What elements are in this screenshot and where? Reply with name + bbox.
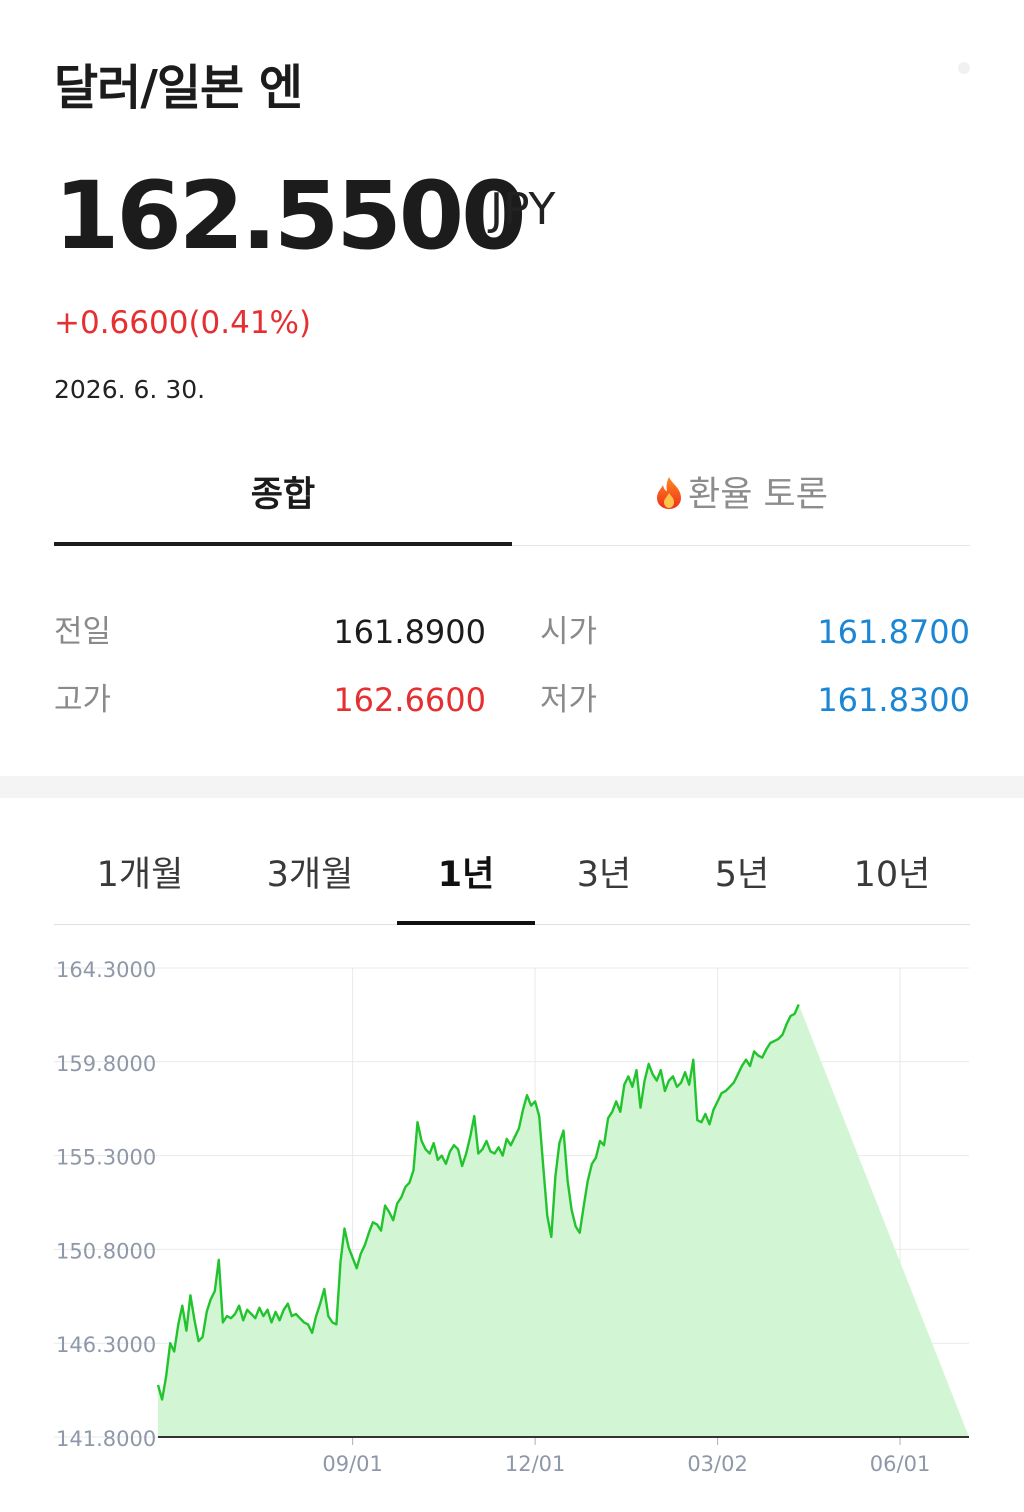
period-10y[interactable]: 10년 (823, 850, 961, 900)
x-tick-label: 09/01 (322, 1452, 383, 1476)
high-label: 고가 (54, 682, 112, 718)
price-area (158, 1004, 969, 1437)
tab-discussion-label: 환율 토론 (688, 475, 828, 515)
period-3m[interactable]: 3개월 (241, 850, 379, 900)
tab-discussion[interactable]: 환율 토론 (512, 470, 970, 520)
high-value: 162.6600 (333, 681, 486, 719)
low-value: 161.8300 (817, 681, 970, 719)
section-divider (0, 776, 1024, 798)
tab-active-indicator (54, 542, 512, 546)
prev-close-label: 전일 (54, 614, 112, 650)
open-value: 161.8700 (817, 613, 970, 651)
quote-date: 2026. 6. 30. (54, 375, 206, 404)
period-5y-label: 5년 (714, 855, 770, 895)
period-10y-label: 10년 (853, 855, 931, 895)
period-active-indicator (397, 921, 535, 925)
period-1y[interactable]: 1년 (397, 850, 535, 900)
fire-icon (657, 477, 682, 509)
period-1m-label: 1개월 (96, 855, 184, 895)
prev-close-value: 161.8900 (333, 613, 486, 651)
currency-unit: JPY (490, 184, 556, 235)
current-price: 162.5500 (54, 162, 527, 271)
y-tick-label: 150.8000 (56, 1239, 156, 1263)
period-5y[interactable]: 5년 (673, 850, 811, 900)
tab-summary[interactable]: 종합 (54, 470, 512, 520)
period-3y[interactable]: 3년 (535, 850, 673, 900)
price-chart[interactable]: 164.3000 159.8000 155.3000 150.8000 146.3000… (0, 940, 1024, 1500)
period-1y-label: 1년 (437, 855, 495, 895)
page-title: 달러/일본 엔 (54, 60, 303, 116)
y-tick-label: 141.8000 (56, 1427, 156, 1451)
x-tick-label: 12/01 (505, 1452, 566, 1476)
x-tick-label: 03/02 (687, 1452, 748, 1476)
y-tick-label: 146.3000 (56, 1333, 156, 1357)
period-3y-label: 3년 (576, 855, 632, 895)
period-1m[interactable]: 1개월 (71, 850, 209, 900)
status-dot (958, 62, 970, 74)
y-tick-label: 164.3000 (56, 958, 156, 982)
period-3m-label: 3개월 (266, 855, 354, 895)
y-tick-label: 155.3000 (56, 1146, 156, 1170)
x-tick-label: 06/01 (870, 1452, 931, 1476)
price-change: +0.6600(0.41%) (54, 305, 312, 341)
tab-summary-label: 종합 (250, 475, 316, 515)
y-tick-label: 159.8000 (56, 1052, 156, 1076)
open-label: 시가 (540, 614, 598, 650)
low-label: 저가 (540, 682, 598, 718)
